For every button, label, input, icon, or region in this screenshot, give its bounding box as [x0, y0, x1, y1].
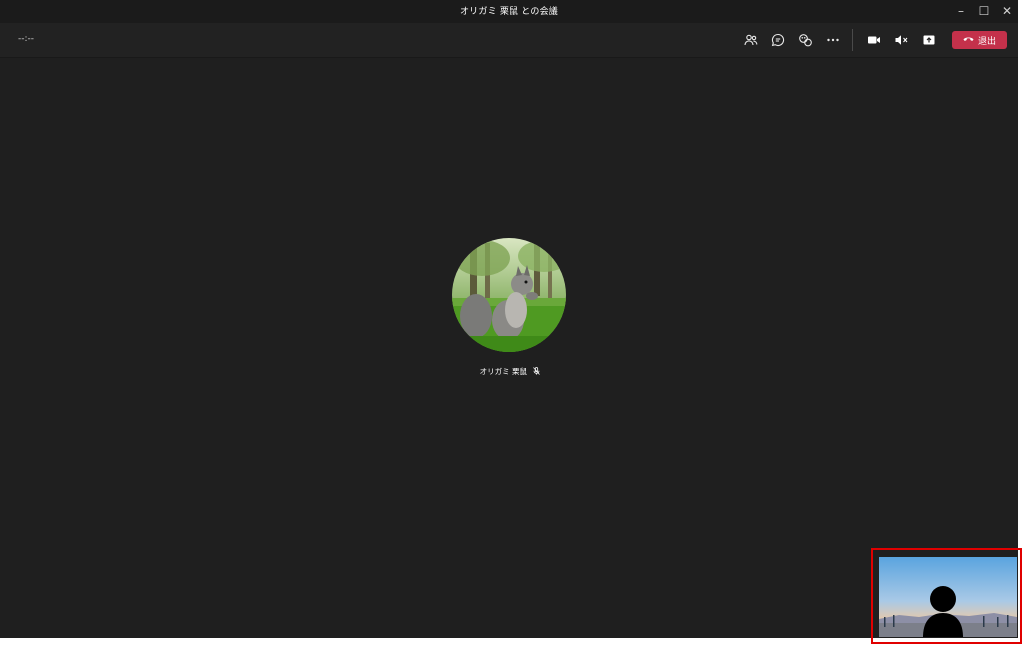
minimize-button[interactable]: –: [949, 0, 973, 23]
leave-label: 退出: [977, 36, 996, 47]
mic-muted-icon[interactable]: [891, 30, 911, 50]
toolbar-divider: [852, 29, 853, 51]
close-button[interactable]: ✕: [995, 0, 1019, 23]
window-title: オリガミ 栗鼠 との会議: [459, 7, 559, 17]
call-timer: --:--: [18, 34, 35, 44]
meeting-toolbar: --:-- 退出: [0, 23, 1018, 58]
share-screen-icon[interactable]: [919, 30, 939, 50]
participant-avatar: [452, 238, 566, 352]
leave-button[interactable]: 退出: [952, 31, 1007, 49]
participant-label: オリガミ 栗鼠: [460, 366, 560, 377]
squirrel-avatar-image: [452, 238, 566, 352]
meeting-window: オリガミ 栗鼠 との会議 – ☐ ✕ --:-- 退出 オリガミ 栗鼠: [0, 0, 1018, 638]
more-options-icon[interactable]: [823, 30, 843, 50]
camera-icon[interactable]: [864, 30, 884, 50]
self-video-image: [879, 557, 1017, 637]
maximize-button[interactable]: ☐: [972, 0, 996, 23]
hang-up-icon: [963, 35, 974, 45]
participant-name: オリガミ 栗鼠: [479, 367, 527, 376]
people-icon[interactable]: [741, 30, 761, 50]
self-video-preview[interactable]: [879, 557, 1017, 637]
participant-mic-muted-icon: [533, 367, 541, 377]
chat-icon[interactable]: [768, 30, 788, 50]
title-bar: オリガミ 栗鼠 との会議 – ☐ ✕: [0, 0, 1018, 23]
reactions-icon[interactable]: [795, 30, 815, 50]
